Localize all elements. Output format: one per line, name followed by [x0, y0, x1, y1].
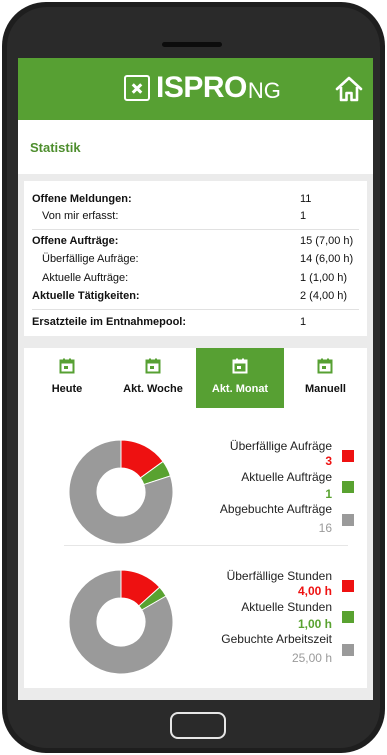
- stat-value: 15 (7,00 h): [300, 235, 354, 247]
- logo-suffix-text: NG: [247, 78, 281, 103]
- calendar-icon: [232, 358, 248, 374]
- legend-label-booked-orders: Abgebuchte Aufträge: [219, 502, 332, 516]
- legend-value-current-hours: 1,00 h: [297, 617, 332, 631]
- legend-value-booked-hours: 25,00 h: [291, 651, 332, 665]
- stat-label: Aktuelle Tätigkeiten:: [32, 290, 140, 302]
- stat-value: 11: [300, 193, 312, 205]
- stat-label: Aktuelle Aufträge:: [42, 272, 129, 284]
- stat-value: 1 (1,00 h): [300, 272, 348, 284]
- hours-legend: Überfällige Stunden 4,00 h Aktuelle Stun…: [194, 567, 354, 677]
- period-panel: Heute Akt. Woche Akt. Monat Manuell Über…: [24, 348, 367, 688]
- stat-value: 14 (6,00 h): [300, 253, 354, 265]
- stat-row-ersatzteile: Ersatzteile im Entnahmepool: 1: [32, 316, 359, 334]
- legend-swatch-red: [342, 450, 354, 462]
- calendar-icon: [59, 358, 75, 374]
- stat-label: Ersatzteile im Entnahmepool:: [32, 316, 187, 328]
- divider: [32, 229, 359, 230]
- hours-donut-chart: [68, 569, 174, 675]
- legend-label-booked-hours: Gebuchte Arbeitszeit: [221, 632, 332, 646]
- legend-swatch-green: [342, 611, 354, 623]
- divider: [32, 309, 359, 310]
- legend-swatch-gray: [342, 514, 354, 526]
- logo-mark-icon: [124, 75, 150, 101]
- legend-swatch-red: [342, 580, 354, 592]
- stat-label: Überfällige Aufräge:: [42, 253, 139, 265]
- stat-value: 1: [300, 316, 307, 328]
- device-home-button[interactable]: [170, 712, 226, 739]
- statistics-card: Offene Meldungen: 11 Von mir erfasst: 1 …: [24, 181, 367, 336]
- stat-label: Offene Meldungen:: [32, 193, 132, 205]
- stat-row-von-mir-erfasst: Von mir erfasst: 1: [32, 210, 359, 228]
- app-bar: ISPRO NG: [18, 58, 373, 120]
- legend-value-current-orders: 1: [325, 487, 332, 501]
- stat-value: 2 (4,00 h): [300, 290, 348, 302]
- legend-label-current-hours: Aktuelle Stunden: [241, 600, 332, 614]
- logo-main-text: ISPRO: [156, 71, 247, 104]
- tab-heute[interactable]: Heute: [24, 348, 110, 408]
- tab-label: Akt. Woche: [123, 383, 183, 395]
- app-screen: ISPRO NG Statistik Offene Meldungen: 1 1 …: [18, 58, 373, 700]
- legend-value-overdue-orders: 3: [325, 454, 332, 468]
- orders-legend: Überfällige Aufräge 3 Aktuelle Aufträge …: [194, 437, 354, 547]
- calendar-icon: [317, 358, 333, 374]
- stat-row-aktuelle-auftraege: Aktuelle Aufträge: 1 (1,00 h): [32, 272, 359, 290]
- stat-row-aktuelle-taetigkeiten: Aktuelle Tätigkeiten: 2 (4,00 h): [32, 290, 359, 308]
- legend-swatch-gray: [342, 644, 354, 656]
- app-logo: ISPRO NG: [124, 68, 281, 108]
- stat-row-ueberfaellige-auftraege: Überfällige Aufräge: 14 (6,00 h): [32, 253, 359, 271]
- legend-value-booked-orders: 16: [318, 521, 332, 535]
- tab-label: Heute: [51, 383, 83, 395]
- tab-manuell[interactable]: Manuell: [284, 348, 367, 408]
- legend-value-overdue-hours: 4,00 h: [297, 584, 332, 598]
- calendar-icon: [145, 358, 161, 374]
- legend-label-current-orders: Aktuelle Aufträge: [241, 470, 332, 484]
- section-header: Statistik: [18, 120, 373, 174]
- tab-label: Akt. Monat: [211, 383, 269, 395]
- stat-row-offene-auftraege: Offene Aufträge: 15 (7,00 h): [32, 235, 359, 253]
- orders-donut-chart: [68, 439, 174, 545]
- tab-akt-woche[interactable]: Akt. Woche: [110, 348, 196, 408]
- tab-akt-monat[interactable]: Akt. Monat: [196, 348, 284, 408]
- home-icon[interactable]: [334, 74, 364, 104]
- chart-separator: [64, 545, 348, 546]
- speaker-grille: [162, 42, 222, 47]
- stat-label: Offene Aufträge:: [32, 235, 119, 247]
- stat-value: 1: [300, 210, 307, 222]
- stat-label: Von mir erfasst:: [42, 210, 119, 222]
- tab-label: Manuell: [305, 383, 346, 395]
- page-title: Statistik: [30, 140, 81, 155]
- legend-swatch-green: [342, 481, 354, 493]
- stat-row-offene-meldungen: Offene Meldungen: 11: [32, 193, 359, 211]
- period-tabs: Heute Akt. Woche Akt. Monat Manuell: [24, 348, 367, 408]
- legend-label-overdue-hours: Überfällige Stunden: [226, 569, 332, 583]
- legend-label-overdue-orders: Überfällige Aufräge: [229, 439, 332, 453]
